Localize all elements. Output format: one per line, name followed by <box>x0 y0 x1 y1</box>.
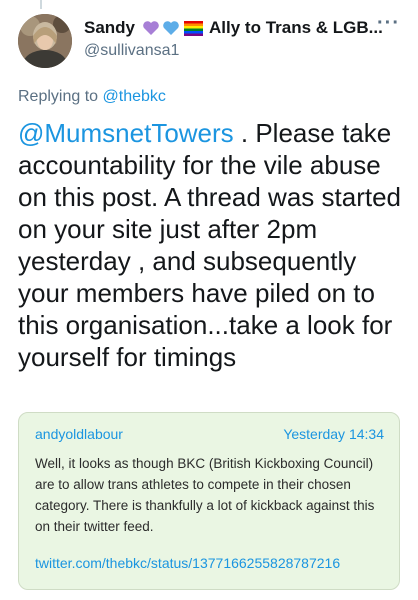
tweet-text: @MumsnetTowers . Please take accountabil… <box>18 117 414 373</box>
replying-to: Replying to @thebkc <box>18 88 166 106</box>
quoted-post-username[interactable]: andyoldlabour <box>35 426 123 442</box>
quoted-post-card[interactable]: andyoldlabour Yesterday 14:34 Well, it l… <box>18 412 400 590</box>
author-bio-name[interactable]: Ally to Trans & LGB... <box>209 18 383 38</box>
rainbow-flag-icon <box>184 20 204 36</box>
quoted-post-timestamp[interactable]: Yesterday 14:34 <box>283 426 384 442</box>
quoted-post-link[interactable]: twitter.com/thebkc/status/13771662558287… <box>35 555 340 571</box>
replying-to-link[interactable]: @thebkc <box>103 88 166 105</box>
more-options-icon[interactable]: ··· <box>377 13 400 33</box>
purple-heart-icon <box>143 21 159 35</box>
avatar-photo <box>18 14 72 68</box>
author-name[interactable]: Sandy <box>84 18 135 38</box>
author-name-row[interactable]: Sandy Ally to Trans & LGB... <box>84 16 383 40</box>
tweet-mention-link[interactable]: @MumsnetTowers <box>18 118 234 148</box>
replying-to-label: Replying to <box>18 88 99 105</box>
avatar[interactable] <box>18 14 72 68</box>
quoted-post-body: Well, it looks as though BKC (British Ki… <box>35 456 375 534</box>
tweet-header: Sandy Ally to Trans & LGB... @sullivansa… <box>18 12 408 72</box>
blue-heart-icon <box>163 21 179 35</box>
thread-connector-line <box>40 0 42 9</box>
author-emojis <box>142 20 204 36</box>
author-handle[interactable]: @sullivansa1 <box>84 42 179 60</box>
tweet-body: . Please take accountability for the vil… <box>18 118 402 372</box>
